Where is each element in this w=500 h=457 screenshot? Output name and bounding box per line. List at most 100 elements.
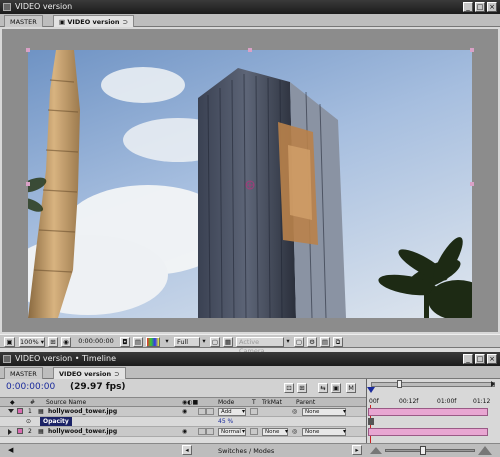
time-indicator-icon[interactable]	[367, 387, 375, 393]
work-area-bar[interactable]	[371, 382, 495, 387]
property-name[interactable]: Opacity	[40, 417, 72, 426]
channel-dropdown-icon[interactable]: ▾	[163, 337, 171, 347]
close-icon[interactable]: ×	[487, 2, 497, 12]
visibility-icon[interactable]: ◉	[182, 407, 187, 416]
layer-name[interactable]: hollywood_tower.jpg	[48, 427, 117, 436]
timeline-zoom-slider[interactable]	[385, 449, 475, 452]
zoom-out-icon[interactable]	[370, 447, 382, 454]
parent-dropdown[interactable]: None	[302, 428, 346, 436]
comp-window-titlebar[interactable]: VIDEO version _ □ ×	[0, 0, 500, 14]
minimize-icon[interactable]: _	[463, 2, 473, 12]
shy-layers-icon[interactable]: ⊞	[297, 383, 307, 393]
switch-box[interactable]	[198, 428, 206, 435]
channel-icon[interactable]	[146, 337, 160, 347]
layer-row[interactable]: 2 ▦ hollywood_tower.jpg ◉ Normal ▾ None …	[0, 427, 366, 437]
trkmat-arrow-icon: ▾	[285, 428, 289, 435]
grid-icon[interactable]: ⊞	[48, 337, 58, 347]
switch-box[interactable]	[206, 428, 214, 435]
zoom-dropdown[interactable]: 100% ▾	[19, 337, 45, 347]
layer-duration-bar[interactable]	[368, 428, 488, 436]
tab-master[interactable]: MASTER	[4, 367, 43, 379]
tab-close-icon[interactable]: ⊃	[114, 370, 119, 378]
resolution-dropdown[interactable]: Full	[174, 337, 200, 347]
close-icon[interactable]: ×	[487, 354, 497, 364]
minimize-icon[interactable]: _	[463, 354, 473, 364]
source-name-header[interactable]: Source Name	[46, 399, 86, 406]
preserve-transparency-box[interactable]	[250, 408, 258, 415]
layer-handle[interactable]	[470, 48, 474, 52]
ruler-tick-label: 01:00f	[437, 398, 457, 405]
maximize-icon[interactable]: □	[475, 354, 485, 364]
layer-duration-bar[interactable]	[368, 408, 488, 416]
flowchart-icon[interactable]: ⧉	[333, 337, 343, 347]
frame-blending-icon[interactable]: ⇆	[318, 383, 328, 393]
safe-zones-icon[interactable]: ▣	[4, 337, 15, 347]
region-of-interest-icon[interactable]: ▢	[210, 337, 220, 347]
zoom-slider-handle[interactable]	[420, 446, 426, 455]
draft-3d-icon[interactable]: M	[346, 383, 356, 393]
pickwhip-icon[interactable]: ◎	[292, 427, 297, 436]
fast-previews-icon[interactable]: ⚙	[307, 337, 317, 347]
trkmat-header: TrkMat	[262, 399, 282, 406]
pickwhip-icon[interactable]: ◎	[292, 407, 297, 416]
t-header: T	[252, 399, 256, 406]
tab-master[interactable]: MASTER	[4, 15, 43, 27]
camera-view-arrow-icon[interactable]: ▾	[284, 337, 292, 347]
parent-dropdown[interactable]: None	[302, 408, 346, 416]
opacity-value[interactable]: 45 %	[218, 417, 233, 426]
comp-marker-icon[interactable]: ⊡	[284, 383, 294, 393]
switch-box[interactable]	[206, 408, 214, 415]
timeline-tab-bar: MASTER VIDEO version ⊃	[0, 366, 500, 379]
transparency-grid-icon[interactable]: ▦	[223, 337, 233, 347]
expand-panel-icon[interactable]: ◀	[8, 446, 13, 454]
scroll-left-icon[interactable]: ◂	[182, 445, 192, 455]
time-ruler[interactable]: 00f 00:12f 01:00f 01:12	[367, 398, 500, 406]
comp-window-title: VIDEO version	[15, 2, 73, 11]
layer-handle[interactable]	[26, 48, 30, 52]
mode-header[interactable]: Mode	[218, 399, 234, 406]
label-swatch[interactable]	[17, 408, 23, 414]
visibility-icon[interactable]: ◉	[182, 427, 187, 436]
layer-handle[interactable]	[470, 182, 474, 186]
mode-arrow-icon: ▾	[242, 408, 246, 415]
keyframe-track[interactable]	[368, 417, 488, 426]
ruler-tick-label: 00:12f	[399, 398, 419, 405]
parent-header[interactable]: Parent	[296, 399, 315, 406]
show-snapshot-icon[interactable]: ▤	[133, 337, 143, 347]
property-row-opacity[interactable]: ⊙ Opacity 45 %	[0, 417, 366, 427]
label-swatch[interactable]	[17, 428, 23, 434]
layer-number: 2	[28, 428, 32, 435]
zoom-in-icon[interactable]	[478, 446, 492, 455]
zoom-slider-thumb[interactable]	[397, 380, 402, 388]
tab-close-icon[interactable]: ⊃	[123, 18, 128, 26]
scroll-right-small-icon[interactable]: ▸	[352, 445, 362, 455]
layer-name[interactable]: hollywood_tower.jpg	[48, 407, 117, 416]
timeline-icon[interactable]: ▤	[320, 337, 330, 347]
current-time[interactable]: 0:00:00:00	[76, 337, 116, 347]
composition-image	[28, 50, 472, 318]
scroll-right-icon[interactable]	[491, 381, 495, 389]
viewer-toolbar: ▣ 100% ▾ ⊞ ◉ 0:00:00:00 ◘ ▤ ▾ Full ▾ ▢ ▦…	[0, 334, 500, 355]
parent-arrow-icon: ▾	[343, 408, 347, 415]
stopwatch-icon[interactable]: ⊙	[26, 417, 31, 426]
maximize-icon[interactable]: □	[475, 2, 485, 12]
switch-box[interactable]	[198, 408, 206, 415]
tab-video-version[interactable]: ▣ VIDEO version ⊃	[53, 15, 134, 27]
layer-handle[interactable]	[26, 182, 30, 186]
pixel-aspect-icon[interactable]: ▢	[294, 337, 304, 347]
resolution-arrow-icon[interactable]: ▾	[200, 337, 208, 347]
motion-blur-icon[interactable]: ▣	[331, 383, 341, 393]
composition-frame[interactable]	[28, 50, 472, 318]
timeline-timecode[interactable]: 0:00:00:00	[6, 382, 55, 392]
switches-modes-toggle[interactable]: Switches / Modes	[218, 447, 274, 455]
timeline-titlebar[interactable]: VIDEO version • Timeline _ □ ×	[0, 352, 500, 366]
layer-row[interactable]: 1 ▦ hollywood_tower.jpg ◉ Add ▾ ◎ None ▾	[0, 407, 366, 417]
tab-video-version[interactable]: VIDEO version ⊃	[53, 367, 126, 379]
camera-icon[interactable]: ◘	[120, 337, 130, 347]
app-icon	[3, 355, 11, 363]
snapshot-icon[interactable]: ◉	[61, 337, 71, 347]
keyframe-icon[interactable]	[368, 418, 374, 425]
camera-view-dropdown[interactable]: Active Camera	[236, 337, 284, 355]
preserve-transparency-box[interactable]	[250, 428, 258, 435]
layer-handle[interactable]	[248, 48, 252, 52]
